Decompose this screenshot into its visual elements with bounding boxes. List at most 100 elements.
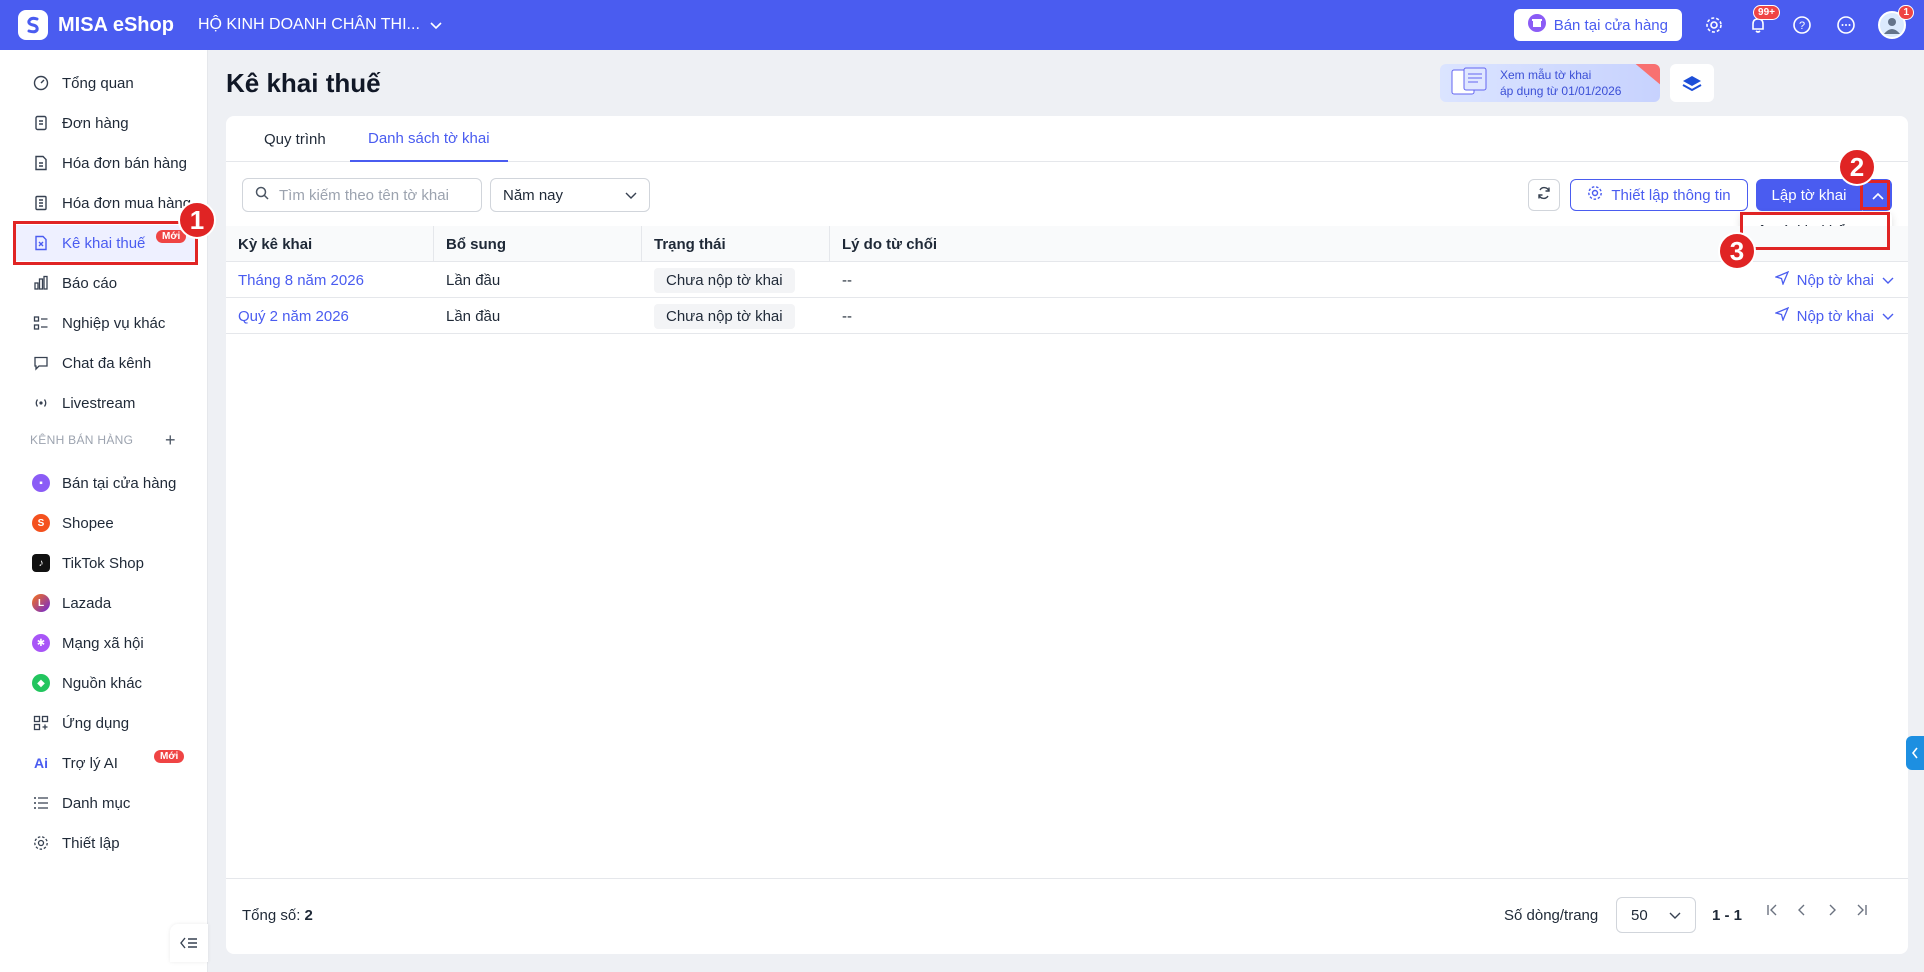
sidebar-item-sales-invoices[interactable]: Hóa đơn bán hàng xyxy=(14,145,196,181)
sidebar-item-label: Thiết lập xyxy=(62,834,120,852)
chevron-down-icon[interactable] xyxy=(1882,308,1894,325)
collapse-sidebar-icon[interactable] xyxy=(170,924,208,962)
store-icon: ▪ xyxy=(32,474,50,492)
sidebar-item-label: Hóa đơn bán hàng xyxy=(62,154,187,172)
sidebar-item-other-operations[interactable]: Nghiệp vụ khác xyxy=(14,305,196,341)
setup-info-label: Thiết lập thông tin xyxy=(1611,186,1731,204)
sidebar-item-overview[interactable]: Tổng quan xyxy=(14,65,196,101)
prev-page-icon[interactable] xyxy=(1796,903,1808,920)
sell-at-store-button[interactable]: Bán tại cửa hàng xyxy=(1513,9,1682,41)
highlight-create-toggle xyxy=(1860,180,1890,210)
tab-process[interactable]: Quy trình xyxy=(246,116,344,162)
sidebar-item-label: Chat đa kênh xyxy=(62,354,152,372)
submit-declaration-action[interactable]: Nộp tờ khai xyxy=(1773,262,1894,298)
new-badge: Mới xyxy=(154,750,185,763)
submit-declaration-action[interactable]: Nộp tờ khai xyxy=(1773,298,1894,334)
sales-channels-heading: KÊNH BÁN HÀNG xyxy=(30,433,134,447)
status-cell: Chưa nộp tờ khai xyxy=(642,262,795,298)
sidebar-item-label: Ứng dụng xyxy=(62,714,130,732)
sidebar-item-label: Nghiệp vụ khác xyxy=(62,314,166,332)
period-select[interactable]: Năm nay xyxy=(490,178,650,212)
sidebar-item-social-network[interactable]: ✱ Mạng xã hội xyxy=(14,625,196,661)
add-channel-icon[interactable]: + xyxy=(165,430,176,451)
sidebar-item-label: Đơn hàng xyxy=(62,114,129,132)
chevron-down-icon[interactable] xyxy=(1882,272,1894,289)
misa-logo-icon[interactable] xyxy=(18,10,48,40)
broadcast-icon xyxy=(32,394,50,412)
sidebar-item-shopee[interactable]: S Shopee xyxy=(14,505,196,541)
lazada-icon: L xyxy=(32,594,50,612)
receipt-icon xyxy=(32,194,50,212)
period-link[interactable]: Tháng 8 năm 2026 xyxy=(226,262,364,298)
more-icon[interactable] xyxy=(1834,13,1858,37)
sidebar-item-settings[interactable]: Thiết lập xyxy=(14,825,196,861)
tab-declaration-list[interactable]: Danh sách tờ khai xyxy=(350,116,508,162)
sidebar-item-reports[interactable]: Báo cáo xyxy=(14,265,196,301)
list-icon xyxy=(32,794,50,812)
chevron-down-icon[interactable] xyxy=(430,17,442,34)
svg-text:?: ? xyxy=(1799,20,1805,32)
status-badge: Chưa nộp tờ khai xyxy=(654,303,795,329)
top-bar: MISA eShop HỘ KINH DOANH CHÂN THI... Bán… xyxy=(0,0,1924,50)
sidebar-item-label: Shopee xyxy=(62,514,114,532)
sidebar-item-label: Livestream xyxy=(62,394,136,412)
sidebar-item-label: TikTok Shop xyxy=(62,554,144,572)
rows-per-page-select[interactable]: 50 xyxy=(1616,897,1696,933)
gear-icon[interactable] xyxy=(1702,13,1726,37)
social-network-icon: ✱ xyxy=(32,634,50,652)
column-header-status[interactable]: Trạng thái xyxy=(642,226,830,262)
next-page-icon[interactable] xyxy=(1826,903,1838,920)
total-count: Tổng số: 2 xyxy=(242,907,313,924)
cart-icon: ◆ xyxy=(32,674,50,692)
sidebar-item-catalog[interactable]: Danh mục xyxy=(14,785,196,821)
total-label: Tổng số: xyxy=(242,907,301,924)
chat-icon xyxy=(32,354,50,372)
layers-icon[interactable] xyxy=(1670,64,1714,102)
avatar-badge: 1 xyxy=(1898,5,1914,20)
highlight-supplementary-option xyxy=(1740,212,1890,250)
column-header-period[interactable]: Kỳ kê khai xyxy=(226,226,434,262)
sidebar-item-label: Danh mục xyxy=(62,794,131,812)
refresh-button[interactable] xyxy=(1528,179,1560,211)
promo-banner[interactable]: Xem mẫu tờ khai áp dụng từ 01/01/2026 xyxy=(1440,64,1660,102)
sidebar-item-orders[interactable]: Đơn hàng xyxy=(14,105,196,141)
create-declaration-button[interactable]: Lập tờ khai xyxy=(1756,179,1862,211)
chevron-down-icon xyxy=(1669,907,1681,924)
sidebar-item-purchase-invoices[interactable]: Hóa đơn mua hàng xyxy=(14,185,196,221)
total-value: 2 xyxy=(304,907,313,924)
step-marker-3: 3 xyxy=(1718,232,1756,270)
column-header-supplement[interactable]: Bổ sung xyxy=(434,226,642,262)
refresh-icon xyxy=(1537,186,1551,204)
sidebar-item-ai-assistant[interactable]: Ai Trợ lý AI Mới xyxy=(14,745,196,781)
pagination xyxy=(1766,903,1868,920)
store-icon xyxy=(1527,14,1546,36)
table-footer: Tổng số: 2 Số dòng/trang 50 1 - 1 xyxy=(226,878,1908,954)
bell-icon[interactable]: 99+ xyxy=(1746,5,1780,37)
sidebar-item-apps[interactable]: Ứng dụng xyxy=(14,705,196,741)
table-row: Tháng 8 năm 2026 Lần đầu Chưa nộp tờ kha… xyxy=(226,262,1908,298)
period-link[interactable]: Quý 2 năm 2026 xyxy=(226,298,349,334)
search-input[interactable] xyxy=(279,186,469,204)
sidebar-item-store-sales[interactable]: ▪ Bán tại cửa hàng xyxy=(14,465,196,501)
notification-badge: 99+ xyxy=(1753,5,1780,20)
help-icon[interactable]: ? xyxy=(1790,13,1814,37)
setup-info-button[interactable]: Thiết lập thông tin xyxy=(1570,179,1748,211)
first-page-icon[interactable] xyxy=(1766,903,1778,920)
last-page-icon[interactable] xyxy=(1856,903,1868,920)
sidebar-item-omnichannel-chat[interactable]: Chat đa kênh xyxy=(14,345,196,381)
apps-grid-icon xyxy=(32,714,50,732)
sidebar-item-lazada[interactable]: L Lazada xyxy=(14,585,196,621)
sidebar-item-label: Nguồn khác xyxy=(62,674,143,692)
side-panel-toggle[interactable] xyxy=(1906,736,1924,770)
rows-per-page-value: 50 xyxy=(1631,906,1648,924)
submit-declaration-label: Nộp tờ khai xyxy=(1796,271,1874,289)
sidebar-item-label: Trợ lý AI xyxy=(62,754,118,772)
sidebar-item-tiktok-shop[interactable]: ♪ TikTok Shop xyxy=(14,545,196,581)
store-selector[interactable]: HỘ KINH DOANH CHÂN THI... xyxy=(198,16,420,34)
avatar[interactable]: 1 xyxy=(1878,5,1914,39)
sidebar-item-other-sources[interactable]: ◆ Nguồn khác xyxy=(14,665,196,701)
sidebar-item-livestream[interactable]: Livestream xyxy=(14,385,196,421)
search-icon xyxy=(255,186,269,204)
tab-bar: Quy trình Danh sách tờ khai xyxy=(226,116,1908,162)
sidebar-item-label: Hóa đơn mua hàng xyxy=(62,194,192,212)
